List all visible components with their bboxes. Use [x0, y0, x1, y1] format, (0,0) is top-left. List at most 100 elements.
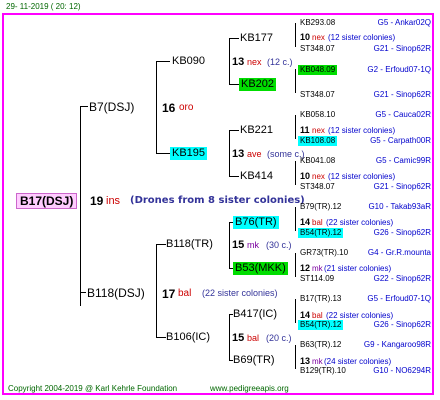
connector — [229, 176, 239, 177]
connector — [295, 23, 296, 47]
gen3-queen[interactable]: B53(MKK) — [233, 262, 288, 275]
gen4-queen[interactable]: KB108.08 — [298, 136, 338, 146]
gen4-queen[interactable]: GR73(TR).10 — [300, 249, 348, 257]
gen3-suffix: nex — [312, 33, 325, 42]
gen2-sd-queen[interactable]: KB195 — [170, 147, 208, 160]
gen4-queen[interactable]: ST348.07 — [300, 183, 335, 191]
gen4-queen[interactable]: B129(TR).10 — [300, 367, 346, 375]
gen2-dd-number: 15 — [232, 332, 245, 344]
gen3-suffix: bal — [312, 311, 323, 320]
connector — [229, 130, 239, 131]
gen4-queen[interactable]: B54(TR).12 — [298, 320, 344, 330]
gen3-queen[interactable]: B417(IC) — [233, 309, 277, 320]
gen4-queen[interactable]: B63(TR).12 — [300, 341, 341, 349]
gen4-code: G21 - Sinop62R — [373, 90, 431, 99]
gen4-code: G21 - Sinop62R — [373, 182, 431, 191]
gen2-ds-queen[interactable]: B118(TR) — [166, 239, 213, 250]
gen2-ss-suffix: nex — [247, 57, 262, 67]
gen2-ss-note: (12 c.) — [267, 57, 293, 67]
gen4-code: G21 - Sinop62R — [373, 44, 431, 53]
gen2-ss-number: 13 — [232, 56, 245, 68]
gen3-queen[interactable]: KB221 — [240, 125, 273, 136]
gen2-sd-suffix: ave — [247, 149, 262, 159]
gen4-code: G22 - Sinop62R — [373, 274, 431, 283]
gen3-note: (22 sister colonies) — [326, 311, 394, 320]
gen3-number: 11 — [300, 125, 310, 135]
gen3-suffix: nex — [312, 172, 325, 181]
connector — [80, 106, 88, 107]
gen4-queen[interactable]: B54(TR).12 — [298, 228, 344, 238]
site-link[interactable]: www.pedigreeapis.org — [210, 385, 289, 393]
gen3-note: (21 sister colonies) — [324, 264, 392, 273]
dam-suffix: bal — [178, 288, 192, 299]
gen3-suffix: bal — [312, 218, 323, 227]
connector — [156, 244, 166, 245]
connector — [295, 253, 296, 277]
sire-suffix: oro — [179, 102, 194, 113]
gen3-queen[interactable]: B69(TR) — [233, 355, 275, 366]
root-note: (Drones from 8 sister colonies) — [130, 195, 305, 206]
gen4-code: G4 - Gr.R.mounta — [367, 248, 431, 257]
gen3-note: (22 sister colonies) — [326, 218, 394, 227]
dam-number: 17 — [162, 287, 176, 301]
gen4-code: G26 - Sinop62R — [373, 228, 431, 237]
connector — [229, 38, 230, 84]
gen2-sd-number: 13 — [232, 148, 245, 160]
gen4-code: G5 - Cauca02R — [375, 110, 431, 119]
gen3-number: 10 — [300, 32, 311, 42]
connector — [156, 153, 170, 154]
gen4-code: G9 - Kangaroo98R — [363, 340, 431, 349]
connector — [229, 38, 239, 39]
gen3-number: 10 — [300, 171, 311, 181]
connector — [156, 61, 170, 62]
gen4-queen[interactable]: ST114.09 — [300, 275, 334, 283]
gen4-queen[interactable]: KB048.09 — [298, 65, 338, 75]
gen4-queen[interactable]: B17(TR).13 — [300, 295, 341, 303]
gen3-note: (12 sister colonies) — [328, 126, 396, 135]
gen3-number: 14 — [300, 310, 311, 320]
sire-queen[interactable]: B7(DSJ) — [89, 101, 134, 113]
gen3-note: (24 sister colonies) — [324, 357, 392, 366]
connector — [295, 69, 296, 93]
gen3-note: (12 sister colonies) — [328, 172, 396, 181]
gen4-queen[interactable]: ST348.07 — [300, 91, 335, 99]
gen3-suffix: nex — [312, 126, 325, 135]
gen3-queen[interactable]: B76(TR) — [233, 216, 279, 229]
gen2-dd-suffix: bal — [247, 333, 260, 343]
gen4-code: G10 - Takab93aR — [368, 202, 431, 211]
connector — [80, 106, 81, 306]
gen2-sd-note: (some c.) — [267, 149, 305, 159]
connector — [295, 161, 296, 185]
gen3-queen[interactable]: KB202 — [239, 78, 277, 91]
sire-number: 16 — [162, 101, 176, 115]
connector — [80, 292, 86, 293]
copyright: Copyright 2004-2019 @ Karl Kehrle Founda… — [8, 384, 178, 393]
gen4-code: G26 - Sinop62R — [373, 320, 431, 329]
gen4-code: G5 - Camic99R — [375, 156, 431, 165]
gen4-queen[interactable]: B79(TR).12 — [300, 203, 341, 211]
dam-queen[interactable]: B118(DSJ) — [87, 287, 145, 299]
gen2-dd-note: (20 c.) — [266, 333, 292, 343]
gen3-suffix: mk — [312, 357, 323, 366]
connector — [295, 115, 296, 139]
gen4-queen[interactable]: KB041.08 — [300, 157, 335, 165]
connector — [156, 61, 157, 153]
connector — [295, 299, 296, 323]
gen3-queen[interactable]: KB177 — [240, 33, 273, 44]
gen3-number: 12 — [300, 263, 311, 273]
gen4-code: G5 - Carpath00R — [370, 136, 431, 145]
connector — [229, 130, 230, 176]
gen2-dd-queen[interactable]: B106(IC) — [166, 332, 210, 343]
gen4-queen[interactable]: KB293.08 — [300, 19, 335, 27]
root-queen[interactable]: B17(DSJ) — [16, 193, 78, 209]
gen3-queen[interactable]: KB414 — [240, 171, 273, 182]
gen4-queen[interactable]: KB058.10 — [300, 111, 335, 119]
gen2-ds-note: (30 c.) — [266, 240, 292, 250]
gen3-number: 13 — [300, 356, 311, 366]
gen4-code: G10 - NO6294R — [373, 366, 431, 375]
gen2-ss-queen[interactable]: KB090 — [172, 56, 205, 67]
gen4-queen[interactable]: ST348.07 — [300, 45, 335, 53]
connector — [156, 337, 166, 338]
connector — [229, 314, 230, 360]
gen4-code: G5 - Ankar02Q — [377, 18, 431, 27]
